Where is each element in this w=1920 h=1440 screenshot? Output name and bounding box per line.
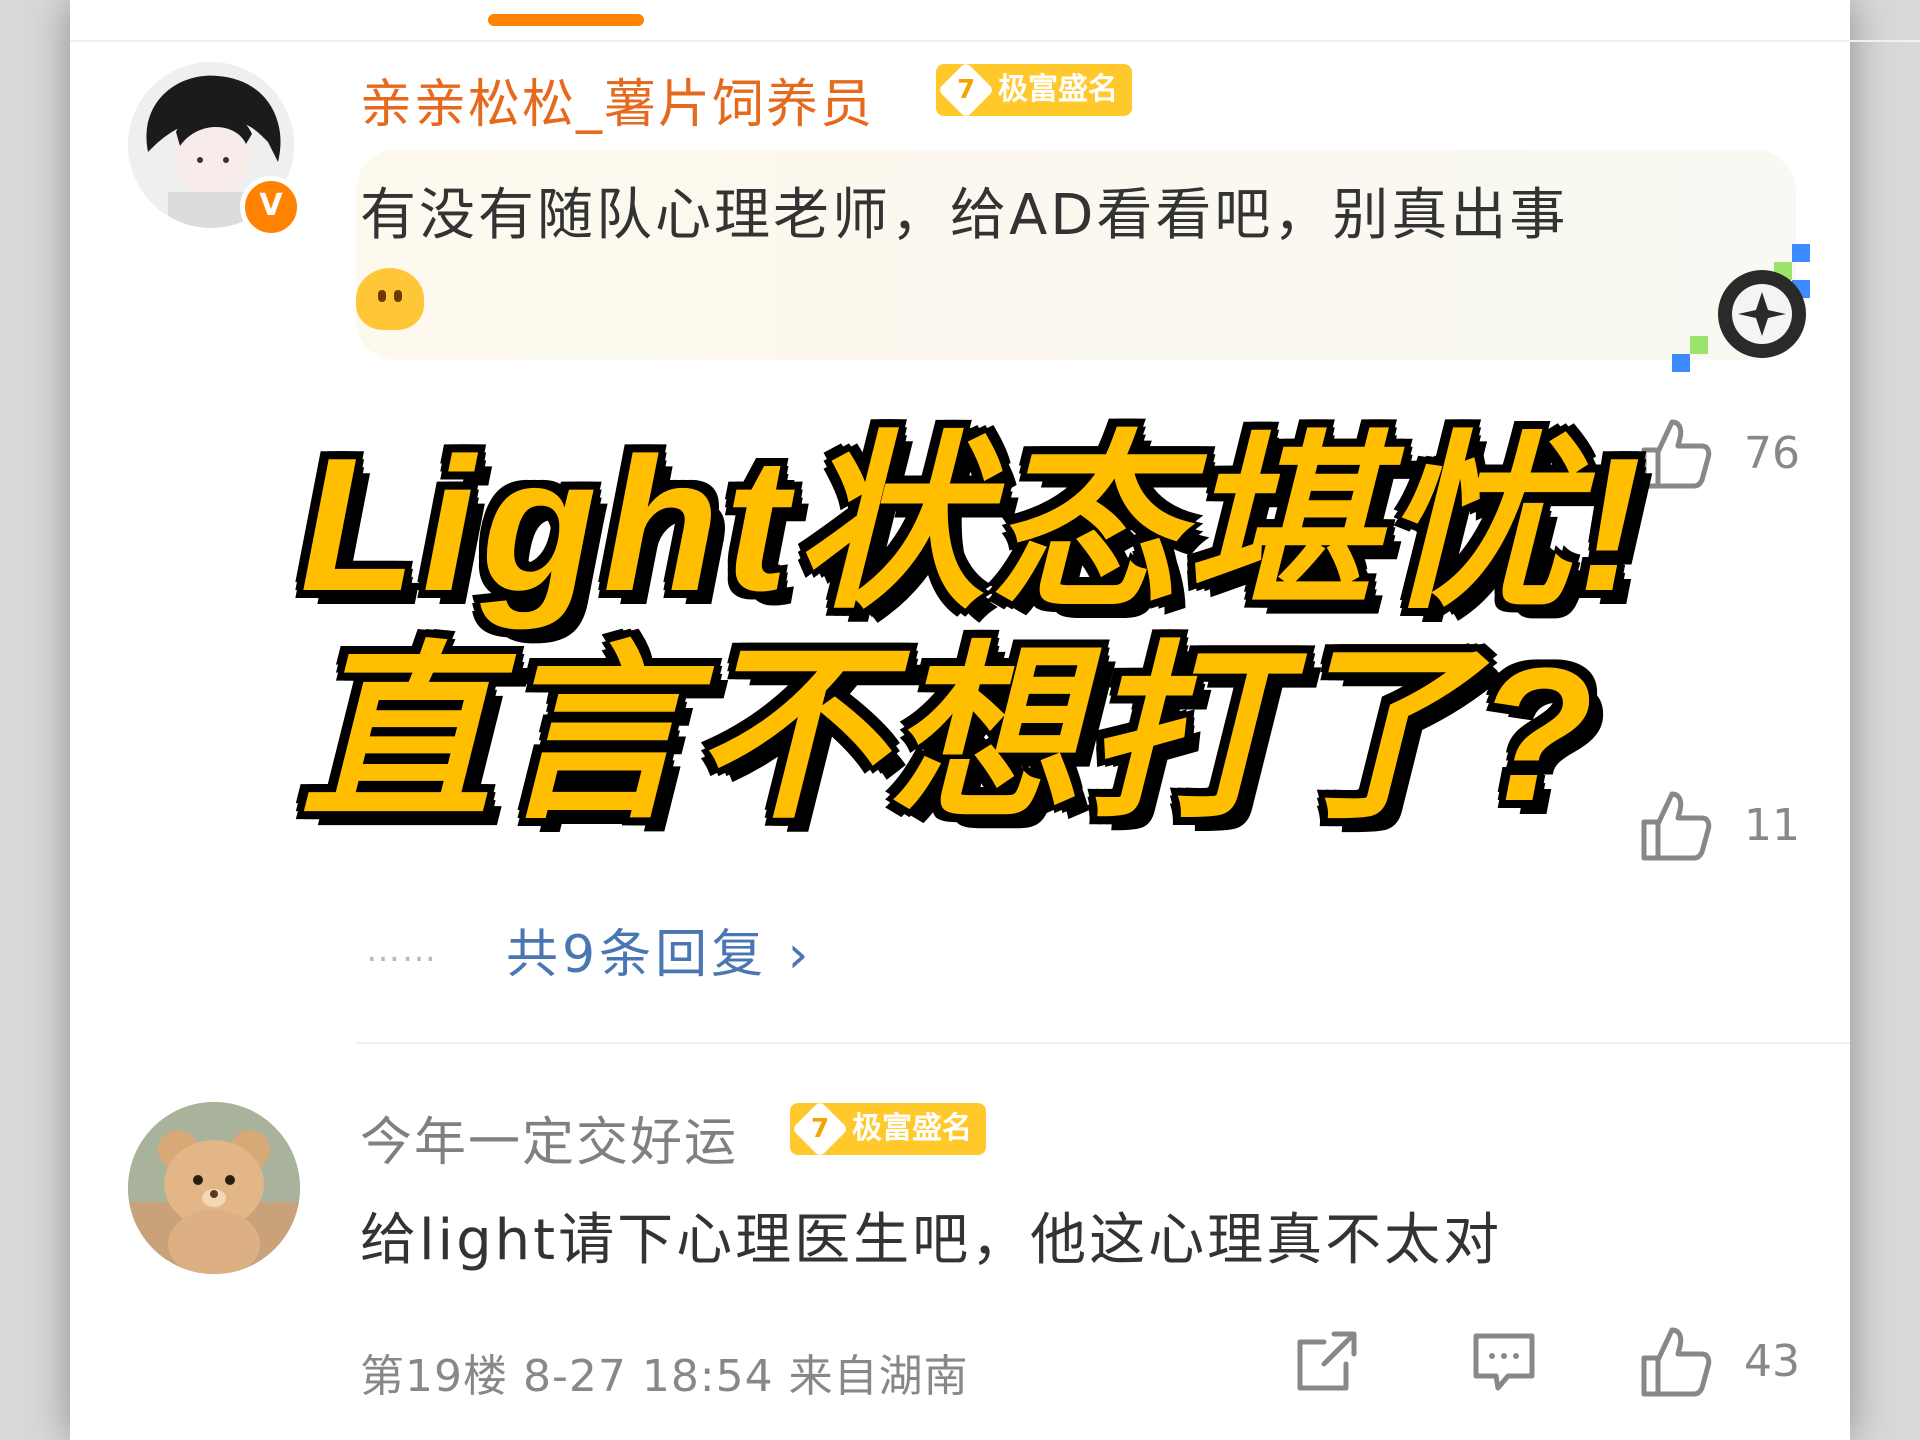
- diamond-level-icon: 7: [937, 61, 995, 119]
- headline-overlay: Light状态堪忧! 直言不想打了?: [300, 419, 1648, 841]
- fame-badge-label: 极富盛名: [852, 1111, 972, 1146]
- comment-icon[interactable]: [1470, 1328, 1538, 1396]
- comment-divider: [356, 1042, 1850, 1044]
- share-icon[interactable]: [1294, 1328, 1360, 1394]
- verified-badge-icon: V: [240, 176, 302, 238]
- fame-badge: 7 极富盛名: [790, 1100, 986, 1158]
- diamond-level-icon: 7: [791, 1100, 849, 1158]
- comment-username[interactable]: 亲亲松松_薯片饲养员: [360, 62, 874, 137]
- melting-face-emoji-icon: [356, 268, 424, 330]
- teddy-bear-avatar-icon: [128, 1102, 300, 1274]
- avatar[interactable]: [128, 1102, 300, 1274]
- comment-text: 给light请下心理医生吧，他这心理真不太对: [360, 1208, 1503, 1273]
- like-count: 11: [1744, 800, 1800, 851]
- fame-badge-label: 极富盛名: [998, 72, 1118, 107]
- like-thumb-icon[interactable]: [1636, 786, 1714, 864]
- view-replies-link[interactable]: 共9条回复 ›: [506, 912, 812, 987]
- comment-meta: 第19楼 8-27 18:54 来自湖南: [360, 1351, 969, 1402]
- headline-line-1: Light状态堪忧!: [300, 419, 1648, 631]
- astronaut-sticker-icon: [1672, 244, 1810, 372]
- headline-line-2: 直言不想打了?: [300, 629, 1600, 841]
- like-count: 76: [1744, 428, 1800, 479]
- like-thumb-icon[interactable]: [1636, 1322, 1714, 1400]
- like-count: 43: [1744, 1336, 1800, 1387]
- header-divider: [70, 40, 1920, 42]
- fame-badge: 7 极富盛名: [936, 61, 1132, 119]
- comment-text: 有没有随队心理老师，给AD看看吧，别真出事: [360, 183, 1569, 248]
- comment-username[interactable]: 今年一定交好运: [360, 1100, 738, 1175]
- active-tab-indicator: [488, 14, 644, 26]
- replies-dots: ……: [366, 930, 438, 970]
